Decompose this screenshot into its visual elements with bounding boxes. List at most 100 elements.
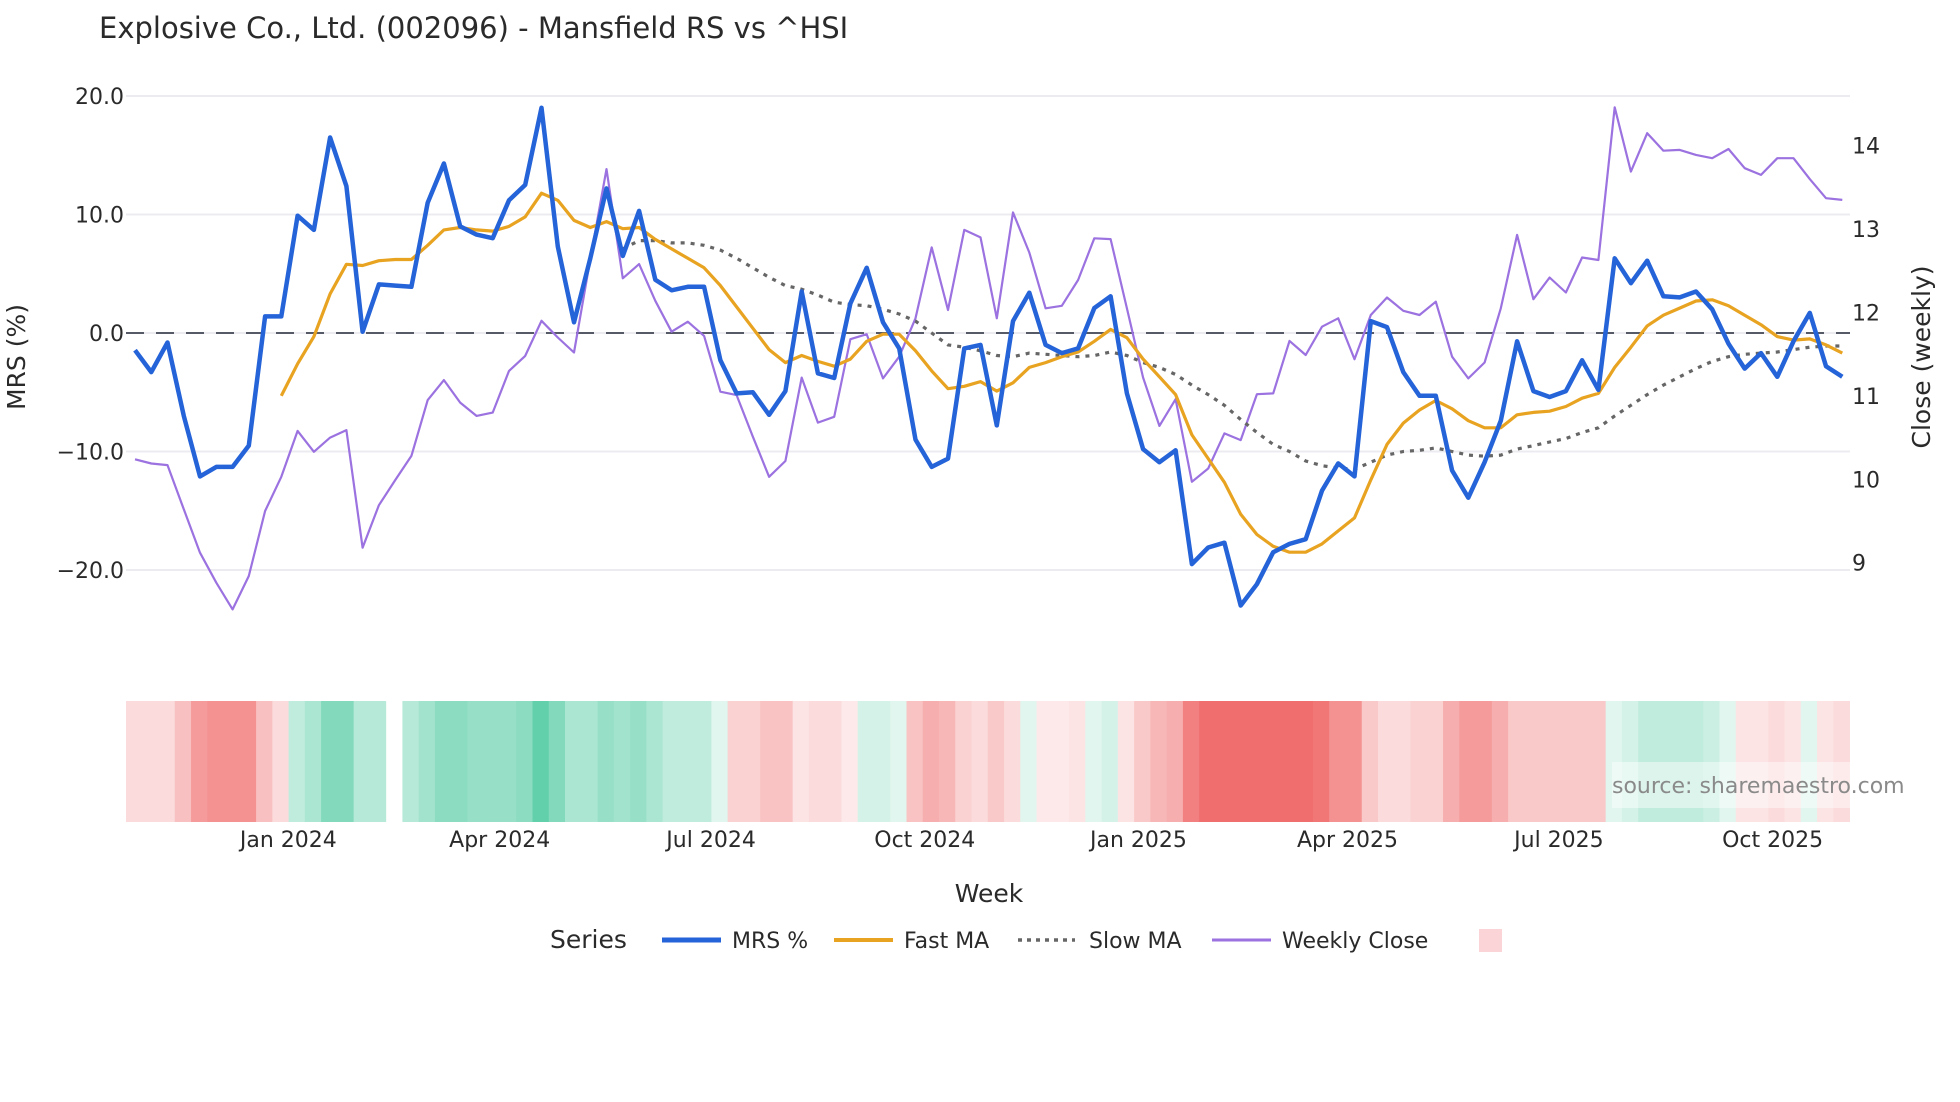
y2-tick-label: 14: [1852, 135, 1880, 160]
y2-tick-label: 12: [1852, 302, 1880, 327]
legend-title: Series: [550, 925, 627, 954]
heatmap-cell: [1345, 701, 1363, 822]
left-axis-ticks: 20.0 10.0 0.0 −10.0 −20.0: [57, 85, 124, 584]
heatmap-cell: [386, 701, 403, 822]
heatmap-cell: [841, 701, 859, 822]
heatmap-cell: [1052, 701, 1070, 822]
heatmap-cell: [1264, 701, 1281, 822]
heatmap-cell: [1524, 701, 1542, 822]
heatmap-cell: [1101, 701, 1119, 822]
heatmap-cell: [223, 701, 241, 822]
series-line-fast-ma: [279, 191, 1844, 554]
heatmap-cell: [516, 701, 533, 822]
heatmap-cell: [1036, 701, 1054, 822]
source-label: source: sharemaestro.com: [1612, 774, 1905, 799]
heatmap-cell: [743, 701, 761, 822]
x-tick-label: Oct 2024: [874, 828, 975, 853]
heatmap-cell: [451, 701, 468, 822]
series-lines: [133, 105, 1844, 611]
heatmap-cell: [727, 701, 745, 822]
chart-title: Explosive Co., Ltd. (002096) - Mansfield…: [99, 11, 848, 45]
heatmap-cell: [1475, 701, 1493, 822]
series-line-slow-ma: [622, 239, 1843, 471]
heatmap-cell: [792, 701, 810, 822]
heatmap-cell: [207, 701, 224, 822]
heatmap-cell: [939, 701, 956, 822]
mrs-chart: Explosive Co., Ltd. (002096) - Mansfield…: [2, 11, 1936, 954]
heatmap-cell: [760, 701, 777, 822]
heatmap-cell: [402, 701, 420, 822]
legend-item-mrs[interactable]: MRS %: [662, 929, 808, 954]
heatmap-cell: [1443, 701, 1460, 822]
legend-item-weekly-close[interactable]: Weekly Close: [1212, 929, 1428, 954]
heatmap-cell: [597, 701, 615, 822]
heatmap-cell: [776, 701, 794, 822]
right-axis-title: Close (weekly): [1907, 266, 1936, 449]
heatmap-cell: [272, 701, 289, 822]
heatmap-cell: [1069, 701, 1086, 822]
heatmap-cell: [662, 701, 680, 822]
x-tick-label: Jul 2025: [1512, 828, 1604, 853]
heatmap-cell: [1459, 701, 1476, 822]
heatmap-cell: [304, 701, 322, 822]
heatmap-cell: [906, 701, 924, 822]
heatmap-cell: [1215, 701, 1233, 822]
y2-tick-label: 9: [1852, 552, 1866, 577]
heatmap-cell: [337, 701, 355, 822]
y-tick-label: −20.0: [57, 559, 124, 584]
heatmap-cell: [1589, 701, 1607, 822]
heatmap-cell: [1231, 701, 1249, 822]
heatmap-cell: [1182, 701, 1200, 822]
x-tick-label: Apr 2024: [449, 828, 550, 853]
legend-label-slow-ma: Slow MA: [1089, 929, 1182, 954]
heatmap-cell: [971, 701, 989, 822]
y2-tick-label: 13: [1852, 218, 1880, 243]
left-axis-title: MRS (%): [2, 304, 31, 410]
heatmap-cell: [1329, 701, 1346, 822]
y-tick-label: −10.0: [57, 441, 124, 466]
legend-swatch-heatmap[interactable]: [1479, 929, 1502, 952]
heatmap-cell: [695, 701, 712, 822]
gridlines: [126, 95, 1850, 571]
heatmap-cell: [1573, 701, 1590, 822]
heatmap-cell: [321, 701, 338, 822]
heatmap-cell: [873, 701, 891, 822]
heatmap-cell: [256, 701, 273, 822]
heatmap-cell: [1394, 701, 1411, 822]
heatmap-cell: [483, 701, 501, 822]
series-line-weekly-close: [134, 106, 1843, 611]
x-tick-label: Jul 2024: [664, 828, 756, 853]
y2-tick-label: 10: [1852, 468, 1880, 493]
heatmap-cell: [857, 701, 875, 822]
legend-item-fast-ma[interactable]: Fast MA: [834, 929, 989, 954]
x-tick-label: Jan 2024: [238, 828, 337, 853]
heatmap-cell: [613, 701, 631, 822]
y2-tick-label: 11: [1852, 385, 1880, 410]
heatmap-cell: [1378, 701, 1395, 822]
x-tick-label: Oct 2025: [1722, 828, 1823, 853]
heatmap-cell: [890, 701, 907, 822]
legend-item-slow-ma[interactable]: Slow MA: [1018, 929, 1182, 954]
heatmap-cell: [434, 701, 452, 822]
heatmap-cell: [1085, 701, 1102, 822]
heatmap-cell: [678, 701, 696, 822]
heatmap-cell: [646, 701, 663, 822]
heatmap-cell: [630, 701, 647, 822]
legend-label-fast-ma: Fast MA: [904, 929, 989, 954]
y-tick-label: 0.0: [89, 322, 124, 347]
heatmap-cell: [467, 701, 485, 822]
heatmap-cell: [1247, 701, 1265, 822]
heatmap-cell: [987, 701, 1005, 822]
x-tick-label: Jan 2025: [1088, 828, 1187, 853]
heatmap-cell: [174, 701, 192, 822]
heatmap-cell: [369, 701, 387, 822]
heatmap-cell: [1312, 701, 1330, 822]
heatmap-cell: [1166, 701, 1184, 822]
heatmap-cell: [1556, 701, 1574, 822]
heatmap-cell: [142, 701, 159, 822]
heatmap-cell: [1117, 701, 1135, 822]
heatmap-cell: [353, 701, 371, 822]
heatmap-cell: [825, 701, 842, 822]
x-axis-ticks: Jan 2024 Apr 2024 Jul 2024 Oct 2024 Jan 2025…: [238, 828, 1823, 853]
heatmap-cell: [1280, 701, 1298, 822]
